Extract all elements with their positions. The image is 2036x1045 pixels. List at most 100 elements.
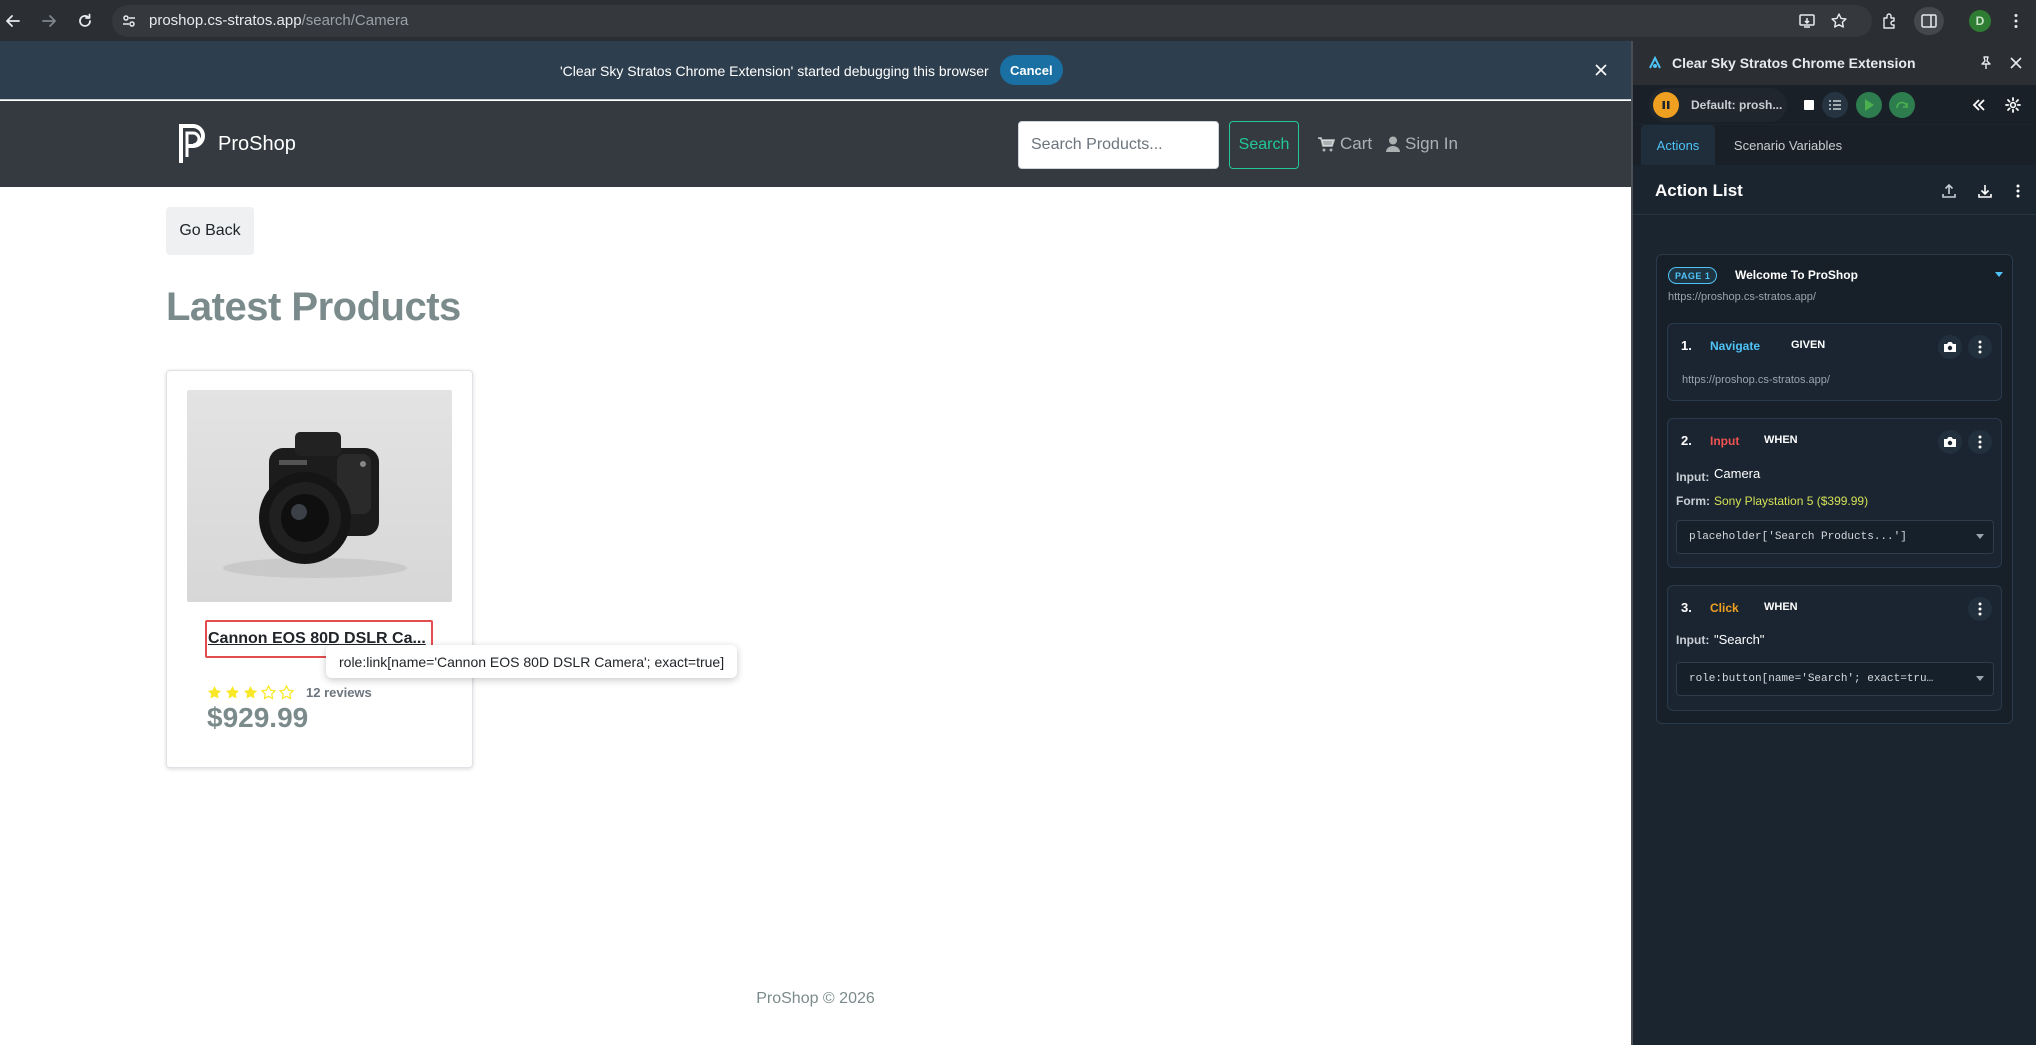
- web-page: 'Clear Sky Stratos Chrome Extension' sta…: [0, 41, 1631, 1045]
- locator-select[interactable]: placeholder['Search Products...']: [1676, 520, 1994, 554]
- debugging-infobar: 'Clear Sky Stratos Chrome Extension' sta…: [0, 41, 1631, 100]
- step-type: Click: [1710, 601, 1739, 615]
- locator-tooltip: role:link[name='Cannon EOS 80D DSLR Came…: [326, 645, 738, 678]
- download-icon[interactable]: [1974, 180, 1996, 202]
- step-menu-icon[interactable]: [1968, 597, 1992, 621]
- review-count: 12 reviews: [306, 685, 372, 700]
- collapse-double-chevron-icon[interactable]: [1966, 92, 1992, 118]
- back-icon[interactable]: [0, 8, 26, 34]
- form-label: Form:: [1676, 494, 1710, 508]
- locator-text: role:button[name='Search'; exact=tru…: [1689, 673, 1934, 685]
- search-input[interactable]: [1018, 121, 1219, 169]
- action-step[interactable]: 2. Input WHEN Input: Camera Form: Sony P…: [1667, 418, 2002, 568]
- site-info-icon[interactable]: [116, 8, 142, 34]
- rating-stars: [207, 685, 294, 700]
- step-number: 3.: [1681, 600, 1692, 615]
- star-empty-icon: [279, 685, 294, 700]
- step-url: https://proshop.cs-stratos.app/: [1682, 374, 1830, 386]
- product-image[interactable]: [187, 390, 452, 602]
- site-header: ProShop Search Cart Sign In: [0, 101, 1631, 187]
- chevron-down-icon[interactable]: [1992, 268, 2006, 282]
- settings-gear-icon[interactable]: [2000, 92, 2026, 118]
- upload-icon[interactable]: [1938, 180, 1960, 202]
- debug-cancel-button[interactable]: Cancel: [1000, 55, 1063, 85]
- debugging-message: 'Clear Sky Stratos Chrome Extension' sta…: [560, 63, 989, 79]
- locator-text: placeholder['Search Products...']: [1689, 531, 1907, 543]
- close-icon[interactable]: [1591, 60, 1611, 80]
- step-menu-icon[interactable]: [1968, 335, 1992, 359]
- browser-menu-icon[interactable]: [2004, 9, 2028, 33]
- chevron-down-icon: [1975, 532, 1985, 542]
- extension-side-panel: Clear Sky Stratos Chrome Extension Defau…: [1633, 41, 2036, 1045]
- page-group-url: https://proshop.cs-stratos.app/: [1668, 291, 1816, 303]
- side-panel-icon[interactable]: [1914, 7, 1944, 35]
- action-list-header: Action List: [1633, 165, 2036, 215]
- play-icon[interactable]: [1856, 92, 1882, 118]
- step-type: Navigate: [1710, 339, 1761, 353]
- input-label: Input:: [1676, 470, 1710, 484]
- camera-icon[interactable]: [1938, 430, 1962, 454]
- brand-name: ProShop: [218, 132, 296, 155]
- tab-actions[interactable]: Actions: [1641, 125, 1715, 165]
- step-list-icon[interactable]: [1822, 92, 1848, 118]
- product-card: Cannon EOS 80D DSLR Ca... 12 reviews $92…: [166, 370, 473, 768]
- product-price: $929.99: [207, 702, 309, 733]
- action-list-title: Action List: [1655, 181, 1743, 200]
- cart-icon: [1318, 136, 1335, 151]
- chevron-down-icon: [1975, 674, 1985, 684]
- star-empty-icon: [261, 685, 276, 700]
- reload-icon[interactable]: [72, 8, 98, 34]
- page-title: Latest Products: [166, 285, 461, 329]
- stratos-logo-icon: [1649, 55, 1661, 69]
- input-label: Input:: [1676, 633, 1710, 647]
- user-icon: [1386, 136, 1400, 152]
- action-step[interactable]: 3. Click WHEN Input: "Search" role:butto…: [1667, 585, 2002, 711]
- stop-icon[interactable]: [1796, 92, 1822, 118]
- action-list-menu-icon[interactable]: [2007, 180, 2029, 202]
- profile-avatar[interactable]: D: [1969, 10, 1991, 32]
- star-full-icon: [225, 685, 240, 699]
- page-group-title: Welcome To ProShop: [1735, 268, 1858, 282]
- product-rating: 12 reviews: [207, 685, 372, 700]
- search-button[interactable]: Search: [1229, 121, 1299, 169]
- step-keyword: WHEN: [1764, 434, 1798, 446]
- action-step[interactable]: 1. Navigate GIVEN https://proshop.cs-str…: [1667, 323, 2002, 401]
- brand-logo[interactable]: ProShop: [178, 123, 296, 165]
- page-group: PAGE 1 Welcome To ProShop https://prosho…: [1656, 254, 2013, 724]
- input-value: "Search": [1714, 632, 1765, 647]
- side-panel-title: Clear Sky Stratos Chrome Extension: [1672, 55, 1916, 71]
- star-full-icon: [207, 685, 222, 699]
- cart-link[interactable]: Cart: [1318, 134, 1372, 154]
- form-value: Sony Playstation 5 ($399.99): [1714, 494, 1869, 508]
- go-back-button[interactable]: Go Back: [166, 207, 254, 255]
- url-text: proshop.cs-stratos.app/search/Camera: [149, 12, 409, 29]
- step-keyword: GIVEN: [1791, 339, 1826, 351]
- input-value: Camera: [1714, 466, 1761, 481]
- scenario-name: Default: prosh...: [1691, 98, 1783, 112]
- camera-icon[interactable]: [1938, 335, 1962, 359]
- close-panel-icon[interactable]: [2007, 54, 2025, 72]
- sign-in-label: Sign In: [1405, 134, 1458, 153]
- proshop-logo-icon: [179, 124, 205, 163]
- step-type: Input: [1710, 434, 1740, 448]
- page-badge: PAGE 1: [1668, 267, 1718, 284]
- footer-copyright: ProShop © 2026: [756, 990, 875, 1007]
- step-over-icon[interactable]: [1889, 92, 1915, 118]
- step-keyword: WHEN: [1764, 601, 1798, 613]
- step-number: 2.: [1681, 433, 1692, 448]
- pause-icon[interactable]: [1653, 92, 1679, 118]
- tab-scenario-variables[interactable]: Scenario Variables: [1725, 125, 1851, 165]
- scenario-selector[interactable]: Default: prosh...: [1649, 88, 1787, 122]
- sign-in-link[interactable]: Sign In: [1386, 134, 1458, 154]
- extensions-puzzle-icon[interactable]: [1878, 9, 1902, 33]
- forward-icon[interactable]: [36, 8, 62, 34]
- panel-tabs: Actions Scenario Variables: [1633, 125, 2036, 165]
- install-app-icon[interactable]: [1795, 9, 1819, 33]
- side-panel-header: Clear Sky Stratos Chrome Extension: [1633, 41, 2036, 85]
- bookmark-star-icon[interactable]: [1827, 9, 1851, 33]
- locator-select[interactable]: role:button[name='Search'; exact=tru…: [1676, 662, 1994, 696]
- cart-label: Cart: [1340, 134, 1373, 153]
- step-menu-icon[interactable]: [1968, 430, 1992, 454]
- pin-icon[interactable]: [1977, 54, 1995, 72]
- browser-toolbar: proshop.cs-stratos.app/search/Camera D: [0, 0, 2036, 41]
